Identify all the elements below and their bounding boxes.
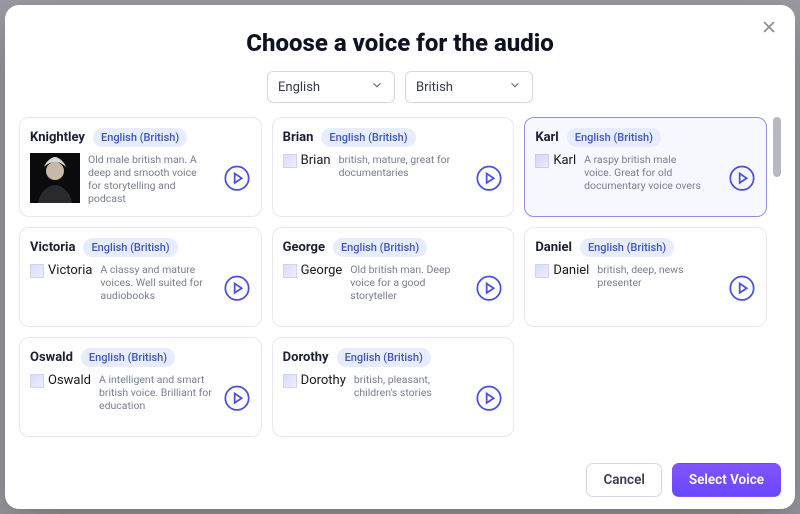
broken-image-icon [283, 264, 297, 278]
voice-language-pill: English (British) [83, 238, 177, 257]
play-icon[interactable] [223, 274, 251, 302]
select-voice-button[interactable]: Select Voice [672, 463, 781, 497]
language-select-value: English [278, 80, 320, 95]
voice-grid: Knightley English (British) Old male briti… [19, 117, 767, 451]
voice-avatar-alt: Victoria [48, 263, 92, 278]
play-icon[interactable] [475, 274, 503, 302]
voice-card[interactable]: Dorothy English (British) Dorothy british, … [272, 337, 515, 437]
play-icon[interactable] [223, 384, 251, 412]
broken-image-icon [535, 264, 549, 278]
voice-name: Karl [535, 130, 558, 145]
voice-language-pill: English (British) [81, 348, 175, 367]
chevron-down-icon [508, 78, 522, 96]
modal-title: Choose a voice for the audio [19, 29, 781, 57]
voice-name: George [283, 240, 325, 255]
voice-card[interactable]: Victoria English (British) Victoria A class… [19, 227, 262, 327]
voice-avatar-alt: Dorothy [301, 373, 346, 388]
voice-avatar-alt: George [301, 263, 343, 278]
voice-avatar-broken: Karl [535, 153, 576, 168]
filter-row: English British [19, 71, 781, 103]
voice-avatar-broken: Daniel [535, 263, 589, 278]
voice-avatar-alt: Karl [553, 153, 576, 168]
voice-description: A raspy british male voice. Great for ol… [584, 153, 704, 192]
voice-description: A intelligent and smart british voice. B… [99, 373, 219, 412]
voice-description: british, mature, great for documentaries [339, 153, 459, 179]
play-icon[interactable] [728, 164, 756, 192]
voice-language-pill: English (British) [337, 348, 431, 367]
broken-image-icon [283, 154, 297, 168]
play-icon[interactable] [475, 164, 503, 192]
voice-avatar-alt: Oswald [48, 373, 91, 388]
voice-avatar [30, 153, 80, 203]
voice-card[interactable]: Karl English (British) Karl A raspy british… [524, 117, 767, 217]
voice-description: british, deep, news presenter [597, 263, 717, 289]
voice-avatar-alt: Brian [301, 153, 331, 168]
voice-name: Dorothy [283, 350, 329, 365]
voice-card[interactable]: Knightley English (British) Old male briti… [19, 117, 262, 217]
voice-language-pill: English (British) [580, 238, 674, 257]
voice-language-pill: English (British) [321, 128, 415, 147]
voice-avatar-broken: Brian [283, 153, 331, 168]
voice-avatar-broken: Dorothy [283, 373, 346, 388]
voice-name: Oswald [30, 350, 73, 365]
play-icon[interactable] [475, 384, 503, 412]
voice-name: Daniel [535, 240, 572, 255]
language-select[interactable]: English [267, 71, 395, 103]
voice-language-pill: English (British) [93, 128, 187, 147]
play-icon[interactable] [223, 164, 251, 192]
voice-description: Old male british man. A deep and smooth … [88, 153, 208, 206]
voice-avatar-broken: George [283, 263, 343, 278]
voice-name: Brian [283, 130, 314, 145]
voice-card[interactable]: Brian English (British) Brian british, matu… [272, 117, 515, 217]
voice-avatar-broken: Oswald [30, 373, 91, 388]
modal-footer: Cancel Select Voice [19, 451, 781, 497]
broken-image-icon [30, 264, 44, 278]
scrollbar[interactable] [773, 117, 781, 451]
accent-select-value: British [416, 80, 453, 95]
voice-language-pill: English (British) [567, 128, 661, 147]
broken-image-icon [283, 374, 297, 388]
broken-image-icon [30, 374, 44, 388]
voice-avatar-alt: Daniel [553, 263, 589, 278]
chevron-down-icon [370, 78, 384, 96]
voice-avatar-broken: Victoria [30, 263, 92, 278]
scrollbar-thumb[interactable] [773, 117, 781, 177]
accent-select[interactable]: British [405, 71, 533, 103]
voice-description: british, pleasant, children's stories [354, 373, 474, 399]
play-icon[interactable] [728, 274, 756, 302]
voice-description: A classy and mature voices. Well suited … [100, 263, 220, 302]
voice-card[interactable]: George English (British) George Old british… [272, 227, 515, 327]
broken-image-icon [535, 154, 549, 168]
voice-picker-modal: Choose a voice for the audio English Bri… [5, 5, 795, 509]
voice-language-pill: English (British) [333, 238, 427, 257]
voice-description: Old british man. Deep voice for a good s… [350, 263, 470, 302]
cancel-button[interactable]: Cancel [586, 463, 661, 497]
voice-card[interactable]: Oswald English (British) Oswald A intellige… [19, 337, 262, 437]
voice-card[interactable]: Daniel English (British) Daniel british, de… [524, 227, 767, 327]
voice-name: Victoria [30, 240, 75, 255]
voice-name: Knightley [30, 130, 85, 145]
close-icon[interactable] [757, 15, 781, 39]
